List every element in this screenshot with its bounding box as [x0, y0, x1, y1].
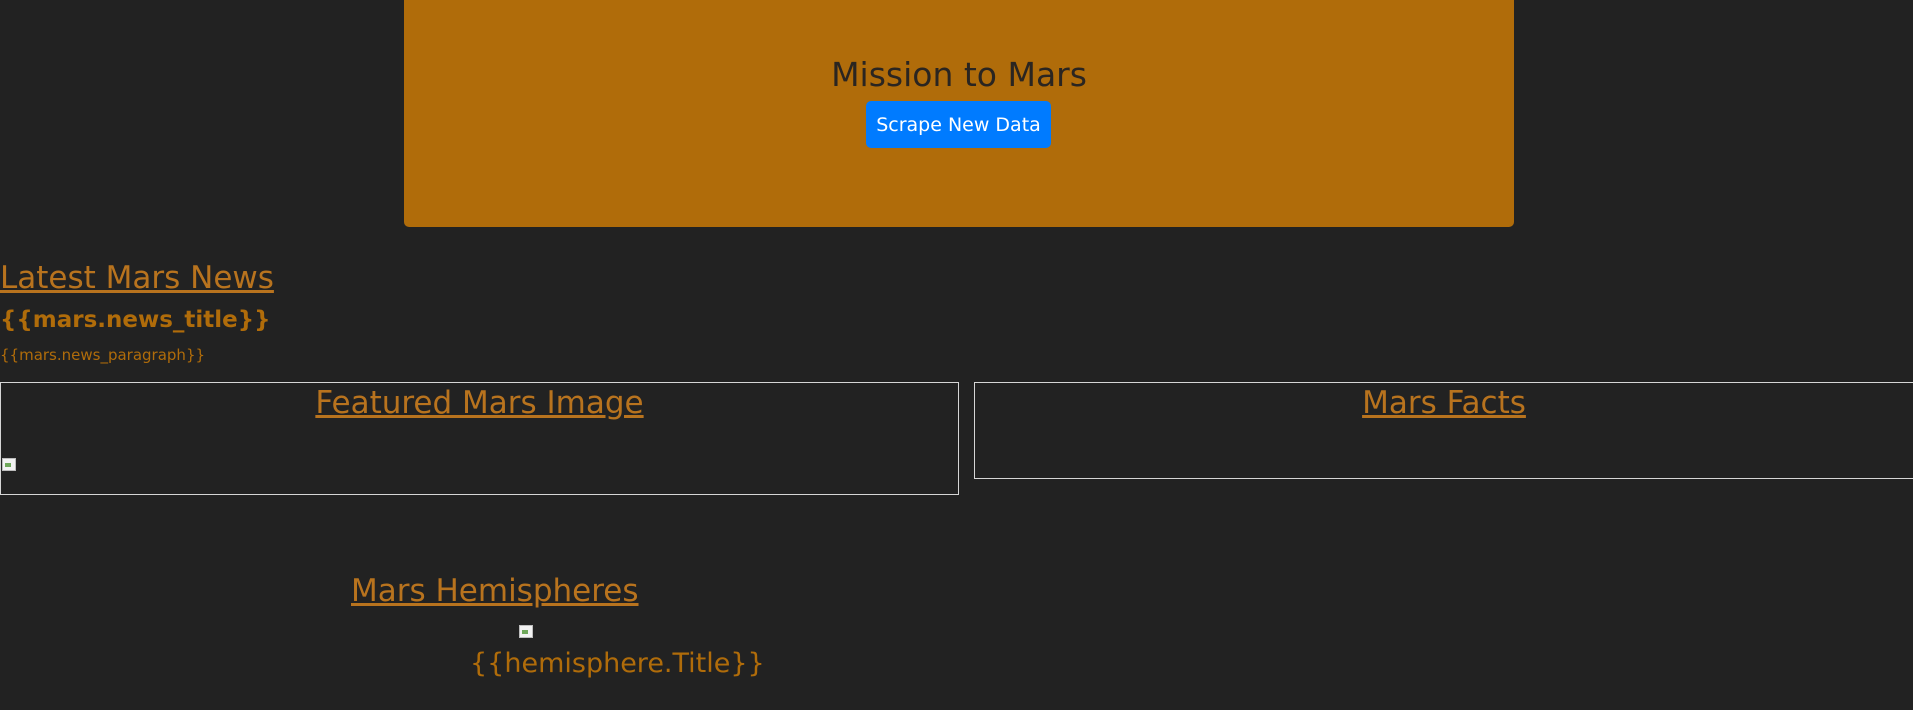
- news-paragraph: {{mars.news_paragraph}}: [0, 346, 206, 364]
- news-section-title[interactable]: Latest Mars News: [0, 260, 274, 296]
- mars-facts-panel: Mars Facts: [974, 382, 1913, 479]
- page: Mission to Mars Scrape New Data Latest M…: [0, 0, 1913, 710]
- mars-facts-title[interactable]: Mars Facts: [975, 385, 1913, 421]
- featured-image-title[interactable]: Featured Mars Image: [1, 385, 958, 421]
- page-title: Mission to Mars: [831, 55, 1087, 94]
- featured-image-panel: Featured Mars Image: [0, 382, 959, 495]
- featured-image-broken-icon: [1, 457, 17, 471]
- hemispheres-section: Mars Hemispheres: [351, 573, 639, 609]
- header-banner: Mission to Mars Scrape New Data: [404, 0, 1514, 227]
- hemisphere-item-title: {{hemisphere.Title}}: [470, 648, 765, 679]
- news-section: Latest Mars News: [0, 260, 274, 296]
- hemispheres-title[interactable]: Mars Hemispheres: [351, 573, 639, 609]
- hemisphere-broken-image-icon: [518, 624, 534, 638]
- news-headline: {{mars.news_title}}: [0, 307, 271, 333]
- scrape-new-data-button[interactable]: Scrape New Data: [866, 101, 1051, 148]
